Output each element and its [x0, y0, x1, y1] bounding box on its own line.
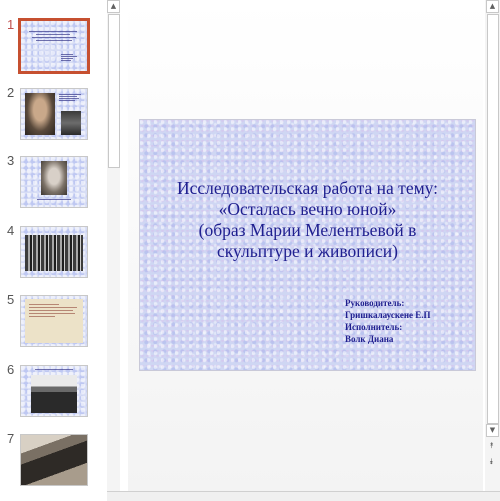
thumbnail-title-lines [29, 31, 79, 43]
slide-thumbnail-1[interactable]: 1 [0, 17, 107, 80]
slide-thumbnail-3[interactable]: 3 [0, 153, 107, 216]
thumbnail-scrollbar[interactable]: ▲ [107, 0, 120, 500]
thumbnail-frame [20, 226, 88, 278]
previous-slide-icon[interactable]: ⯭ [486, 440, 497, 451]
street-photo [31, 375, 77, 413]
next-slide-icon[interactable]: ⯯ [486, 456, 497, 467]
thumbnail-frame [20, 434, 88, 486]
slide-number: 5 [7, 292, 15, 307]
slide-number: 3 [7, 153, 15, 168]
thumbnail-credit-lines [61, 54, 79, 62]
thumbnail-caption-line [37, 199, 71, 202]
slide-number: 2 [7, 85, 15, 100]
slide-thumbnail-4[interactable]: 4 [0, 223, 107, 286]
slide-number: 7 [7, 431, 15, 446]
slide-thumbnail-6[interactable]: 6 [0, 362, 107, 425]
title-line: «Осталась вечно юной» [218, 199, 397, 219]
scrollbar-thumb[interactable] [487, 14, 499, 424]
portrait-photo [41, 161, 67, 195]
title-line: Исследовательская работа на тему: [176, 178, 439, 198]
slide-thumbnail-pane: 1 2 3 4 5 6 7 [0, 0, 107, 500]
thumbnail-frame [20, 156, 88, 208]
thumbnail-text-lines [59, 94, 83, 102]
current-slide[interactable]: Исследовательская работа на тему: «Остал… [139, 119, 476, 371]
sculpture-photo [61, 111, 81, 135]
credit-line: Гришкалаускене Е.П [345, 310, 431, 320]
credit-line: Руководитель: [345, 298, 405, 308]
scroll-up-icon[interactable]: ▲ [486, 0, 499, 13]
slide-title[interactable]: Исследовательская работа на тему: «Остал… [150, 178, 465, 262]
thumbnail-frame [20, 88, 88, 140]
slide-credits[interactable]: Руководитель: Гришкалаускене Е.П Исполни… [345, 297, 431, 345]
slide-number: 4 [7, 223, 15, 238]
portrait-photo [25, 93, 55, 135]
thumbnail-frame [20, 295, 88, 347]
scrollbar-thumb[interactable] [108, 14, 120, 168]
credit-line: Исполнитель: [345, 322, 403, 332]
title-line: скульптуре и живописи) [217, 241, 398, 261]
slide-thumbnail-2[interactable]: 2 [0, 85, 107, 148]
slide-number: 1 [7, 17, 15, 32]
slide-number: 6 [7, 362, 15, 377]
thumbnail-frame [18, 18, 90, 74]
editor-scrollbar[interactable]: ▲ ▼ ⯭ ⯯ [485, 0, 500, 491]
title-line: (образ Марии Мелентьевой в [198, 220, 417, 240]
group-photo [25, 235, 83, 271]
slide-thumbnail-5[interactable]: 5 [0, 292, 107, 355]
document-text-lines [29, 304, 79, 319]
credit-line: Волк Диана [345, 334, 394, 344]
crowd-photo [21, 435, 87, 485]
scroll-down-icon[interactable]: ▼ [486, 424, 499, 437]
scroll-up-icon[interactable]: ▲ [107, 0, 120, 13]
thumbnail-frame [20, 365, 88, 417]
thumbnail-heading-line [35, 369, 73, 372]
slide-thumbnail-7[interactable]: 7 [0, 431, 107, 494]
